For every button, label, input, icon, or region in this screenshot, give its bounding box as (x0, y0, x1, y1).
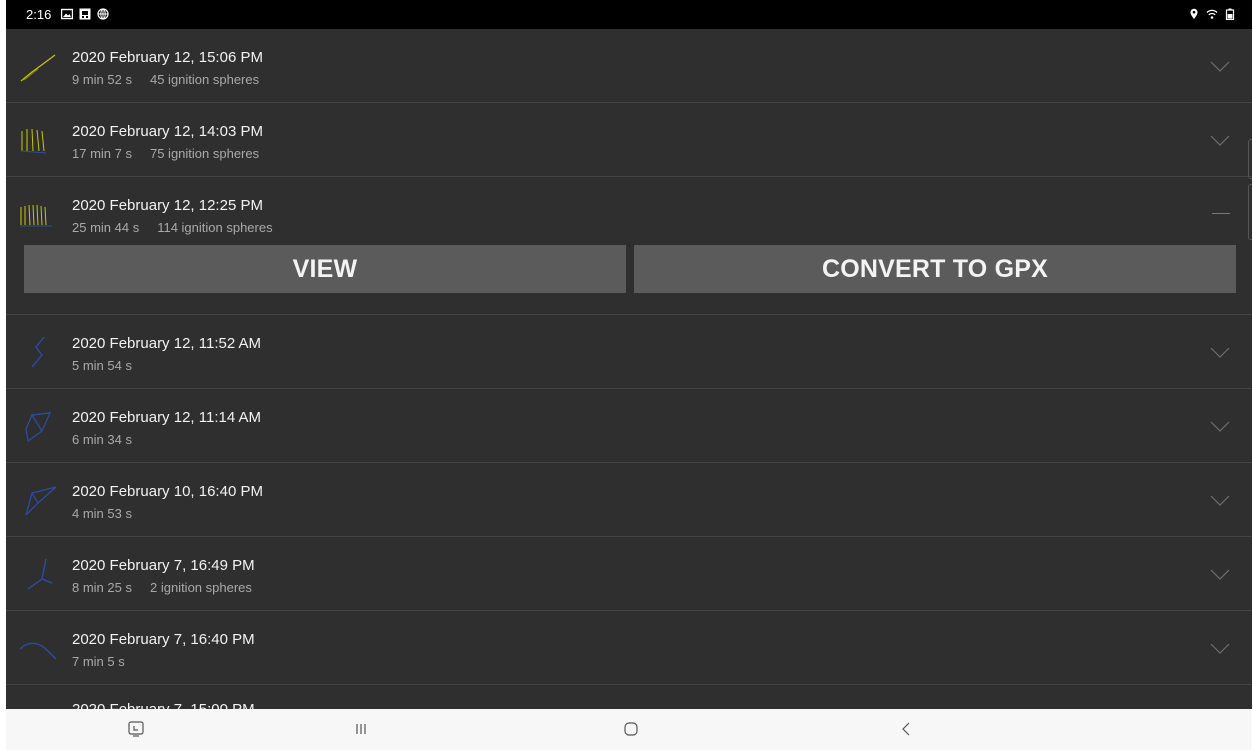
item-ignition: 2 ignition spheres (149, 580, 252, 595)
item-subtitle: 9 min 52 s 45 ignition spheres (72, 72, 259, 87)
list-item[interactable]: 2020 February 7, 16:40 PM 7 min 5 s (6, 611, 1252, 685)
item-subtitle: 5 min 54 s (72, 358, 132, 373)
status-left-icons (61, 8, 109, 20)
list-item[interactable]: 2020 February 7, 16:49 PM 8 min 25 s 2 ig… (6, 537, 1252, 611)
item-duration: 6 min 34 s (72, 432, 132, 447)
item-title: 2020 February 12, 11:52 AM (72, 335, 262, 352)
item-duration: 17 min 7 s (72, 146, 132, 161)
item-title: 2020 February 12, 11:14 AM (72, 409, 262, 426)
item-duration: 25 min 44 s (72, 220, 140, 235)
track-thumbnail-icon (25, 412, 51, 443)
item-duration: 9 min 52 s (72, 72, 132, 87)
chevron-down-icon[interactable] (1210, 643, 1230, 655)
item-title: 2020 February 7, 15:00 PM (72, 701, 255, 709)
device-screen: 2:16 2020 February 12, 15:06 PM 9 min 52… (6, 0, 1252, 750)
list-item[interactable]: 2020 February 12, 11:14 AM 6 min 34 s (6, 389, 1252, 463)
item-title: 2020 February 10, 16:40 PM (72, 483, 263, 500)
item-subtitle: 7 min 5 s (72, 654, 125, 669)
item-duration: 8 min 25 s (72, 580, 132, 595)
chevron-down-icon[interactable] (1210, 569, 1230, 581)
view-button[interactable]: VIEW (24, 245, 626, 293)
item-subtitle: 8 min 25 s 2 ignition spheres (72, 580, 252, 595)
item-title: 2020 February 7, 16:40 PM (72, 631, 255, 648)
convert-to-gpx-button[interactable]: CONVERT TO GPX (634, 245, 1236, 293)
list-item[interactable]: 2020 February 12, 11:52 AM 5 min 54 s (6, 315, 1252, 389)
track-thumbnail-icon (20, 54, 56, 82)
list-item-expanded[interactable]: 2020 February 12, 12:25 PM 25 min 44 s 11… (6, 177, 1252, 315)
item-duration: 4 min 53 s (72, 506, 132, 521)
battery-icon (1225, 8, 1235, 20)
collapse-icon[interactable] (1212, 213, 1230, 214)
track-thumbnail-icon (19, 642, 57, 660)
recording-list[interactable]: 2020 February 12, 15:06 PM 9 min 52 s 45 … (6, 29, 1252, 709)
track-thumbnail-icon (27, 558, 53, 590)
item-ignition: 45 ignition spheres (149, 72, 260, 87)
item-actions: VIEW CONVERT TO GPX (24, 245, 1236, 293)
item-subtitle: 4 min 53 s (72, 506, 132, 521)
item-title: 2020 February 7, 16:49 PM (72, 557, 255, 574)
chevron-down-icon[interactable] (1210, 495, 1230, 507)
item-title: 2020 February 12, 14:03 PM (72, 123, 263, 140)
globe-icon (97, 8, 109, 20)
list-item[interactable]: 2020 February 12, 15:06 PM 9 min 52 s 45 … (6, 29, 1252, 103)
item-duration: 7 min 5 s (72, 654, 125, 669)
list-item[interactable]: 2020 February 7, 15:00 PM (6, 685, 1252, 709)
chevron-down-icon[interactable] (1210, 347, 1230, 359)
track-thumbnail-icon (20, 128, 47, 154)
chevron-down-icon[interactable] (1210, 61, 1230, 73)
item-title: 2020 February 12, 12:25 PM (72, 197, 263, 214)
status-bar: 2:16 (6, 0, 1252, 29)
status-time: 2:16 (26, 7, 52, 22)
track-thumbnail-icon (25, 486, 57, 516)
scroll-indicator[interactable] (1248, 139, 1252, 179)
chevron-down-icon[interactable] (1210, 421, 1230, 433)
back-icon[interactable] (899, 721, 915, 737)
wifi-icon (1206, 9, 1218, 19)
gallery-icon (61, 8, 73, 20)
track-thumbnail-icon (20, 204, 52, 227)
list-item[interactable]: 2020 February 12, 14:03 PM 17 min 7 s 75 … (6, 103, 1252, 177)
item-ignition: 75 ignition spheres (149, 146, 260, 161)
status-right-icons (1188, 8, 1236, 20)
item-subtitle: 25 min 44 s 114 ignition spheres (72, 220, 273, 235)
item-ignition: 114 ignition spheres (157, 220, 273, 235)
track-thumbnail-icon (31, 336, 45, 368)
screenshot-icon[interactable] (128, 721, 144, 737)
item-subtitle: 17 min 7 s 75 ignition spheres (72, 146, 259, 161)
list-item[interactable]: 2020 February 10, 16:40 PM 4 min 53 s (6, 463, 1252, 537)
item-duration: 5 min 54 s (72, 358, 132, 373)
navigation-bar (6, 709, 1252, 750)
home-icon[interactable] (623, 721, 639, 737)
item-subtitle: 6 min 34 s (72, 432, 132, 447)
recents-icon[interactable] (353, 721, 369, 737)
scroll-indicator[interactable] (1248, 184, 1252, 240)
chevron-down-icon[interactable] (1210, 135, 1230, 147)
app-icon (79, 8, 91, 20)
location-icon (1190, 8, 1198, 19)
item-title: 2020 February 12, 15:06 PM (72, 49, 263, 66)
